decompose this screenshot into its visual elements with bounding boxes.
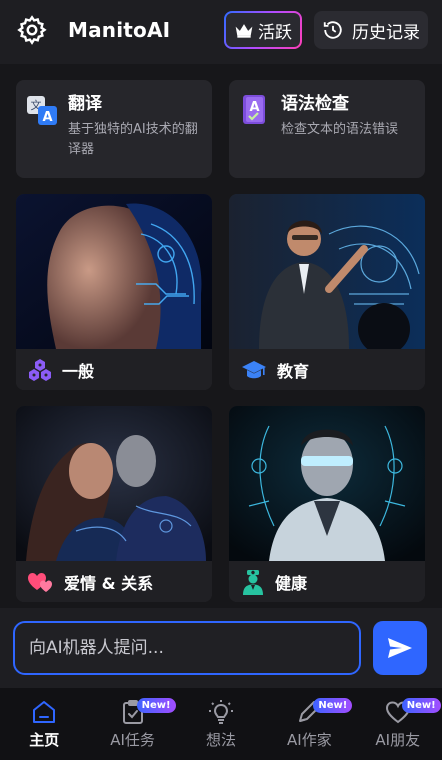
category-card-education[interactable]: 教育 <box>229 194 425 390</box>
category-image-education <box>229 194 425 349</box>
main-content: 文 A 翻译 基于独特的AI技术的翻译器 A 语法检查 检查文本的语法错误 一般… <box>0 64 442 608</box>
category-label-education: 教育 <box>277 361 310 381</box>
grammar-title: 语法检查 <box>281 94 349 114</box>
nav-ai-friend-label: AI朋友 <box>375 730 421 749</box>
nav-home-label: 主页 <box>29 730 60 749</box>
category-card-love[interactable]: 爱情 & 关系 <box>16 406 212 602</box>
nav-ai-tasks[interactable]: New! AI任务 <box>88 688 176 760</box>
translate-desc: 基于独特的AI技术的翻译器 <box>68 122 198 157</box>
prompt-bar <box>0 608 442 688</box>
app-root: ManitoAI 活跃 历史记录 文 A 翻译 基于独特的AI技术的翻译器 A … <box>0 0 442 760</box>
gear-icon <box>17 15 47 45</box>
category-card-general[interactable]: 一般 <box>16 194 212 390</box>
translate-icon: 文 A <box>27 96 57 125</box>
hearts-icon <box>28 572 52 592</box>
home-icon <box>33 700 56 723</box>
hexagons-icon <box>29 358 51 381</box>
category-label-general: 一般 <box>62 361 95 381</box>
category-bar-health: 健康 <box>229 561 425 602</box>
graduation-cap-icon <box>242 360 266 378</box>
bottom-nav: 主页 New! AI任务 想法 New! AI作家 New! AI朋友 <box>0 688 442 760</box>
nav-ideas-label: 想法 <box>205 730 236 749</box>
crown-icon <box>235 24 253 38</box>
new-badge: New! <box>313 698 353 713</box>
doctor-icon <box>243 569 263 595</box>
nav-home[interactable]: 主页 <box>0 688 88 760</box>
grammar-desc: 检查文本的语法错误 <box>281 122 399 137</box>
category-card-health[interactable]: 健康 <box>229 406 425 602</box>
nav-ai-tasks-label: AI任务 <box>110 730 155 749</box>
grammar-icon: A <box>243 95 265 124</box>
send-icon <box>388 638 412 658</box>
category-label-health: 健康 <box>275 573 308 593</box>
history-icon <box>323 21 342 39</box>
grammar-card-text: 语法检查 检查文本的语法错误 <box>281 92 398 166</box>
settings-button[interactable] <box>16 14 48 46</box>
nav-ai-writer[interactable]: New! AI作家 <box>265 688 353 760</box>
app-title: ManitoAI <box>68 18 171 42</box>
history-button[interactable]: 历史记录 <box>314 11 428 49</box>
lightbulb-icon <box>208 699 233 724</box>
svg-text:A: A <box>249 100 259 115</box>
prompt-input[interactable] <box>13 621 361 675</box>
new-badge: New! <box>136 698 176 713</box>
category-bar-general: 一般 <box>16 349 212 390</box>
category-image-love <box>16 406 212 561</box>
nav-ai-writer-label: AI作家 <box>287 730 332 749</box>
svg-text:A: A <box>42 110 52 125</box>
nav-ideas[interactable]: 想法 <box>177 688 265 760</box>
grammar-card[interactable]: A 语法检查 检查文本的语法错误 <box>229 80 425 178</box>
new-badge: New! <box>401 698 441 713</box>
header: ManitoAI 活跃 历史记录 <box>0 0 442 60</box>
category-bar-love: 爱情 & 关系 <box>16 561 212 602</box>
translate-card[interactable]: 文 A 翻译 基于独特的AI技术的翻译器 <box>16 80 212 178</box>
nav-ai-friend[interactable]: New! AI朋友 <box>354 688 442 760</box>
category-image-health <box>229 406 425 561</box>
translate-title: 翻译 <box>68 94 102 114</box>
category-bar-education: 教育 <box>229 349 425 390</box>
active-badge[interactable]: 活跃 <box>224 11 302 49</box>
history-button-label: 历史记录 <box>352 22 420 43</box>
translate-card-text: 翻译 基于独特的AI技术的翻译器 <box>68 92 202 166</box>
send-button[interactable] <box>373 621 427 675</box>
active-badge-label: 活跃 <box>258 22 292 43</box>
category-image-general <box>16 194 212 349</box>
category-label-love: 爱情 & 关系 <box>64 573 154 593</box>
